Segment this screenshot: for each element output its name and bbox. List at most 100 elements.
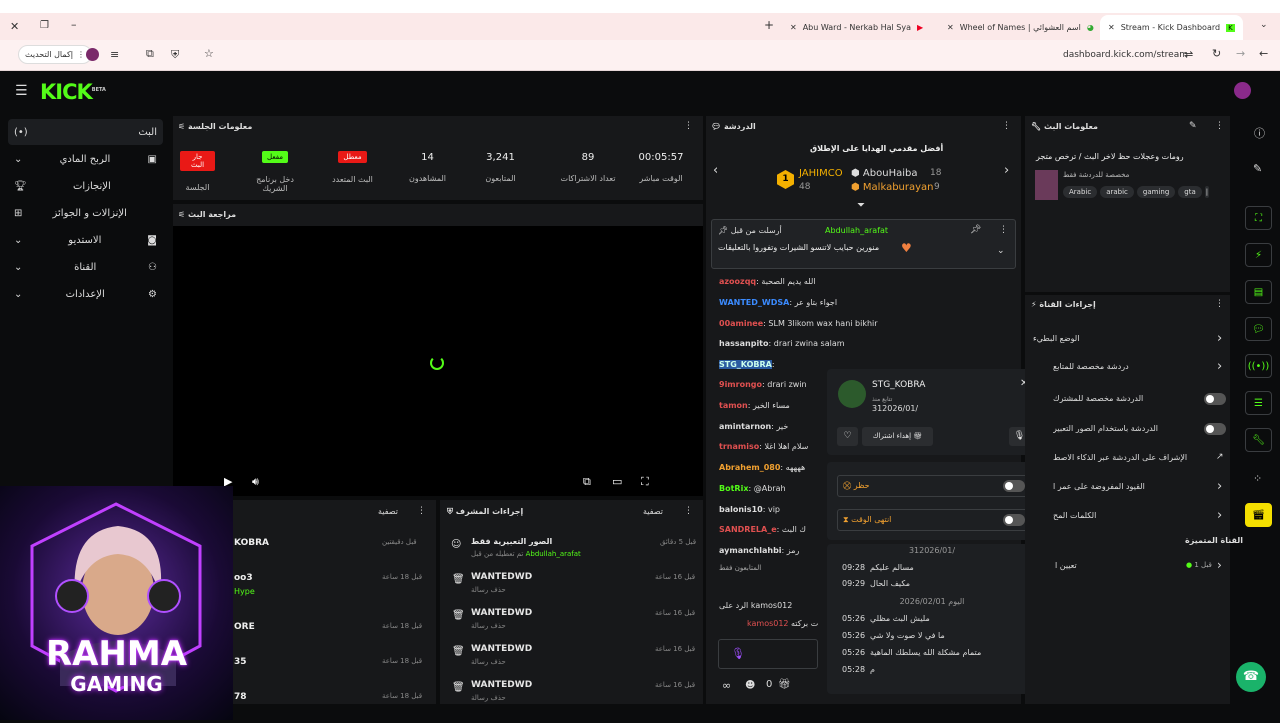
- fullscreen-icon[interactable]: ⛶: [641, 475, 649, 489]
- chevron-right-icon[interactable]: ›: [1217, 331, 1222, 346]
- sidebar-item-stream[interactable]: (•) البث: [8, 119, 163, 145]
- filter-button[interactable]: تصفية: [378, 507, 398, 516]
- tag-chip[interactable]: |: [1204, 186, 1210, 198]
- channel-action-toggle[interactable]: [1204, 423, 1226, 435]
- channel-action-label[interactable]: دردشة مخصصة للمتابع: [1053, 362, 1129, 371]
- more-icon[interactable]: ⋮: [417, 506, 426, 516]
- chat-username[interactable]: azoozqq: [719, 277, 756, 286]
- close-tab-icon[interactable]: ✕: [1108, 23, 1115, 32]
- edit-icon[interactable]: ✎: [1189, 121, 1197, 131]
- channel-action-label[interactable]: الدردشة باستخدام الصور التعبير: [1053, 424, 1158, 433]
- site-settings-icon[interactable]: ⇌: [1184, 48, 1193, 61]
- more-icon[interactable]: ⋮: [684, 506, 693, 516]
- channel-action-label[interactable]: القيود المفروضة على عمر ا: [1053, 482, 1145, 491]
- info-icon[interactable]: ⓘ: [1254, 125, 1265, 141]
- chevron-right-icon[interactable]: ›: [1217, 508, 1222, 523]
- more-icon[interactable]: ⋮: [684, 121, 693, 131]
- tag-chip[interactable]: Arabic: [1063, 186, 1098, 198]
- minimize-icon[interactable]: –: [71, 18, 77, 31]
- reload-icon[interactable]: ↻: [1212, 47, 1221, 60]
- channel-action-label[interactable]: الإشراف على الدردشة عبر الذكاء الاصط: [1053, 453, 1187, 462]
- close-tab-icon[interactable]: ✕: [790, 23, 797, 32]
- collapse-icon[interactable]: ⏷: [857, 200, 865, 211]
- tag-chip[interactable]: arabic: [1100, 186, 1134, 198]
- tab-list-icon[interactable]: ⌄: [1260, 20, 1268, 30]
- chat-bubble-icon[interactable]: 💬︎: [1245, 317, 1272, 341]
- sidebar-item-settings[interactable]: ⌄ الإعدادات ⚙: [8, 281, 163, 307]
- more-icon[interactable]: ⋮: [1002, 121, 1011, 131]
- forward-icon[interactable]: →: [1236, 47, 1245, 60]
- channel-action-label[interactable]: الدردشة مخصصة للمشترك: [1053, 394, 1143, 403]
- chat-username[interactable]: WANTED_WDSA: [719, 298, 789, 307]
- apps-icon[interactable]: ⁘: [1253, 472, 1262, 485]
- sidebar-item-drops[interactable]: ⊞ الإنزالات و الجوائز: [8, 200, 163, 226]
- sidebar-item-achievements[interactable]: 🏆︎ الإنجازات: [8, 173, 163, 199]
- chat-username[interactable]: 9imrongo: [719, 380, 762, 389]
- chat-username[interactable]: 00aminee: [719, 319, 763, 328]
- menu-icon[interactable]: ☰: [15, 83, 28, 99]
- profile-avatar[interactable]: [86, 48, 99, 61]
- chat-username[interactable]: Abrahem_080: [719, 463, 780, 472]
- gift-icon[interactable]: 🎁︎: [778, 679, 791, 690]
- chat-username[interactable]: hassanpito: [719, 339, 769, 348]
- follow-heart-button[interactable]: ♡: [837, 427, 858, 446]
- pip-icon[interactable]: ⧉: [583, 475, 591, 489]
- chat-username[interactable]: BotRix: [719, 484, 748, 493]
- broadcast-icon[interactable]: ((•)): [1245, 354, 1272, 378]
- chevron-right-icon[interactable]: ›: [1217, 558, 1222, 572]
- chevron-right-icon[interactable]: ›: [1217, 479, 1222, 494]
- wrench-icon[interactable]: 🔧︎: [1245, 428, 1272, 452]
- volume-icon[interactable]: 🔊︎: [252, 475, 259, 489]
- more-icon[interactable]: ⋮: [1215, 121, 1224, 131]
- chat-username[interactable]: aymanchlahbi: [719, 546, 782, 555]
- chat-username[interactable]: tamon: [719, 401, 748, 410]
- filter-button[interactable]: تصفية: [643, 507, 663, 516]
- chat-username[interactable]: amintarnon: [719, 422, 771, 431]
- channel-action-label[interactable]: الكلمات المح: [1053, 511, 1096, 520]
- back-icon[interactable]: ←: [1259, 47, 1268, 60]
- layout-icon[interactable]: ☰: [1245, 391, 1272, 415]
- new-tab-icon[interactable]: +: [764, 18, 774, 32]
- chevron-down-icon[interactable]: ⌄: [997, 246, 1005, 256]
- mic-icon[interactable]: 🎙︎: [731, 647, 745, 660]
- chat-username[interactable]: balonis10: [719, 505, 763, 514]
- browser-tab-active[interactable]: ✕ Stream - Kick Dashboard K: [1100, 15, 1243, 40]
- sidebar-item-monetization[interactable]: ⌄ الربح المادي ▣: [8, 146, 163, 172]
- chevron-right-icon[interactable]: ›: [1217, 359, 1222, 374]
- user-avatar[interactable]: [1234, 82, 1251, 99]
- gift-sub-button[interactable]: إهداء اشتراك 🎁︎: [862, 427, 933, 446]
- ban-toggle[interactable]: [1003, 480, 1025, 492]
- sidebar-item-studio[interactable]: ⌄ الاستديو ◙: [8, 227, 163, 253]
- restore-icon[interactable]: ❐: [40, 20, 49, 31]
- chevron-left-icon[interactable]: ‹: [713, 163, 718, 178]
- timeout-toggle[interactable]: [1003, 514, 1025, 526]
- channel-action-label[interactable]: الوضع البطيء: [1033, 334, 1079, 343]
- bolt-icon[interactable]: ⚡︎: [1245, 243, 1272, 267]
- reading-list-icon[interactable]: ≡: [110, 48, 119, 61]
- scan-icon[interactable]: ⛶: [1245, 206, 1272, 230]
- chat-username[interactable]: trnamiso: [719, 442, 759, 451]
- external-link-icon[interactable]: ↗: [1216, 452, 1224, 462]
- support-chat-icon[interactable]: ☎: [1236, 662, 1266, 692]
- chat-username[interactable]: SANDRELA_e: [719, 525, 777, 534]
- infinity-icon[interactable]: ∞: [722, 679, 731, 692]
- browser-tab[interactable]: ✕ Abu Ward - Nerkab Hal Sya ▶: [790, 17, 923, 37]
- close-tab-icon[interactable]: ✕: [947, 23, 954, 32]
- bookmark-star-icon[interactable]: ☆: [204, 47, 214, 60]
- browser-tab[interactable]: ✕ Wheel of Names | اسم العشوائي ◕: [947, 17, 1094, 37]
- address-bar[interactable]: dashboard.kick.com/stream: [1063, 50, 1188, 60]
- more-icon[interactable]: ⋮: [1215, 299, 1224, 309]
- chevron-right-icon[interactable]: ›: [1004, 163, 1009, 178]
- clipboard-icon[interactable]: ▤: [1245, 280, 1272, 304]
- extensions-icon[interactable]: ⧉: [146, 47, 154, 61]
- theater-icon[interactable]: ▭: [612, 475, 622, 488]
- close-window-icon[interactable]: ✕: [10, 20, 19, 33]
- pencil-icon[interactable]: ✎: [1253, 162, 1262, 175]
- tag-chip[interactable]: gta: [1178, 186, 1202, 198]
- update-button[interactable]: إكمال التحديث ⋮: [18, 45, 92, 64]
- more-icon[interactable]: ⋮: [999, 225, 1008, 235]
- chat-username[interactable]: STG_KOBRA: [719, 360, 772, 369]
- kick-logo[interactable]: KICKBETA: [40, 80, 106, 104]
- tag-chip[interactable]: gaming: [1136, 186, 1176, 198]
- emote-icon[interactable]: ☻: [745, 680, 755, 691]
